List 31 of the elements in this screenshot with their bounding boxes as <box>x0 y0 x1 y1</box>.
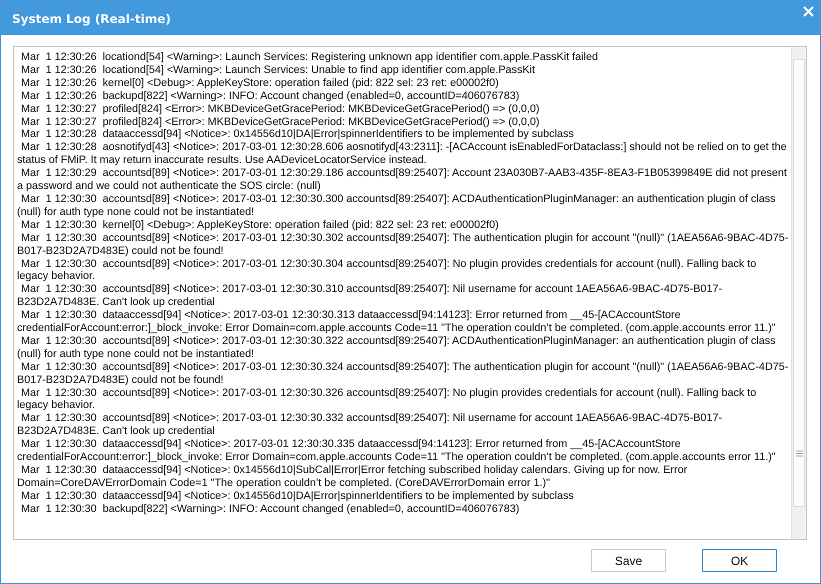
log-entry: Mar 1 12:30:26 backupd[822] <Warning>: INFO: Account changed (enabled=0, accountID=406076783) <box>20 90 520 103</box>
log-entry: Mar 1 12:30:30 accountsd[89] <Notice>: 2017-03-01 12:30:30.302 accountsd[89:25407]: The authentication plugin for account "(null)" (1AEA56A6-9BAC-4D75-B017-B23D2A7D483E) could not be found! <box>17 232 789 258</box>
log-entry: Mar 1 12:30:30 kernel[0] <Debug>: AppleKeyStore: operation failed (pid: 822 sel: 23 ret: e00002f0) <box>20 218 500 232</box>
log-entry: Mar 1 12:30:30 dataaccessd[94] <Notice>: 2017-03-01 12:30:30.313 dataaccessd[94:14123]: Error returned from __45-[ACAccountStore credentialForAccount:error:]_block_invoke: Error Domain=com.apple.accounts Code=11 "The operation couldn’t be completed. (com.apple.accounts error 11.)" <box>17 309 777 335</box>
log-entry: Mar 1 12:30:26 locationd[54] <Warning>: Launch Services: Unable to find app identifier com.apple.PassKit <box>20 64 536 77</box>
log-entry: Mar 1 12:30:26 kernel[0] <Debug>: AppleKeyStore: operation failed (pid: 822 sel: 23 ret: e00002f0) <box>20 76 500 90</box>
log-entry: Mar 1 12:30:30 backupd[822] <Warning>: INFO: Account changed (enabled=0, accountID=406076783) <box>20 502 520 516</box>
log-entry: Mar 1 12:30:30 accountsd[89] <Notice>: 2017-03-01 12:30:30.324 accountsd[89:25407]: The authentication plugin for account "(null)" (1AEA56A6-9BAC-4D75-B017-B23D2A7D483E) could not be found! <box>17 360 789 387</box>
scrollbar-thumb[interactable] <box>793 59 805 507</box>
log-entry: Mar 1 12:30:30 accountsd[89] <Notice>: 2017-03-01 12:30:30.332 accountsd[89:25407]: Nil username for account 1AEA56A6-9BAC-4D75-B017-B23D2A7D483E. Can't look up credential <box>17 412 724 438</box>
log-entry: Mar 1 12:30:27 profiled[824] <Error>: MKBDeviceGetGracePeriod: MKBDeviceGetGracePeriod() => (0,0,0) <box>20 102 540 116</box>
window-title: System Log (Real-time) <box>12 12 171 26</box>
close-icon <box>803 6 814 17</box>
scrollbar[interactable] <box>791 47 806 539</box>
log-entry: Mar 1 12:30:30 accountsd[89] <Notice>: 2017-03-01 12:30:30.326 accountsd[89:25407]: No plugin provides credentials for account (null). Falling back to legacy behavior. <box>17 386 758 412</box>
grip-icon <box>796 450 802 456</box>
close-button[interactable] <box>801 4 816 19</box>
log-entry: Mar 1 12:30:30 accountsd[89] <Notice>: 2017-03-01 12:30:30.300 accountsd[89:25407]: ACDAuthenticationPluginManager: an authentication plugin of class (null) for auth type none could not be instantiated! <box>17 192 777 219</box>
save-button[interactable]: Save <box>591 549 666 572</box>
log-entry: Mar 1 12:30:29 accountsd[89] <Notice>: 2017-03-01 12:30:29.186 accountsd[89:25407]: Account 23A030B7-AAB3-435F-8EA3-F1B05399849E did not present a password and we could not authenticate the SOS circle: (null) <box>17 167 788 193</box>
log-entry: Mar 1 12:30:30 dataaccessd[94] <Notice>: 2017-03-01 12:30:30.335 dataaccessd[94:14123]: Error returned from __45-[ACAccountStore credentialForAccount:error:]_block_invoke: Error Domain=com.apple.accounts Code=11 "The operation couldn’t be completed. (com.apple.accounts error 11.)" <box>17 438 777 464</box>
log-entry: Mar 1 12:30:30 dataaccessd[94] <Notice>: 0x14556d10|SubCal|Error|Error fetching subscribed holiday calendars. Giving up for now. Error Domain=CoreDAVErrorDomain Code=1 "The operation couldn’t be completed. (CoreDAVErrorDomain error 1.)" <box>17 464 688 490</box>
log-entry: Mar 1 12:30:30 accountsd[89] <Notice>: 2017-03-01 12:30:30.322 accountsd[89:25407]: ACDAuthenticationPluginManager: an authentication plugin of class (null) for auth type none could not be instantiated! <box>17 334 777 361</box>
log-entry: Mar 1 12:30:30 accountsd[89] <Notice>: 2017-03-01 12:30:30.310 accountsd[89:25407]: Nil username for account 1AEA56A6-9BAC-4D75-B017-B23D2A7D483E. Can't look up credential <box>17 283 724 310</box>
ok-button[interactable]: OK <box>702 549 777 572</box>
log-entry: Mar 1 12:30:30 accountsd[89] <Notice>: 2017-03-01 12:30:30.304 accountsd[89:25407]: No plugin provides credentials for account (null). Falling back to legacy behavior. <box>17 258 758 284</box>
log-entry: Mar 1 12:30:28 aosnotifyd[43] <Notice>: 2017-03-01 12:30:28.606 aosnotifyd[43:2311]: -[ACAccount isEnabledForDataclass:] should not be relied on to get the status of FMiP. It may return inaccurate results. Use AADeviceLocatorService instead. <box>17 141 788 168</box>
log-entry: Mar 1 12:30:28 dataaccessd[94] <Notice>: 0x14556d10|DA|Error|spinnerIdentifiers to be implemented by subclass <box>20 128 575 142</box>
log-entry: Mar 1 12:30:30 dataaccessd[94] <Notice>: 0x14556d10|DA|Error|spinnerIdentifiers to be implemented by subclass <box>20 490 575 503</box>
log-entry: Mar 1 12:30:26 locationd[54] <Warning>: Launch Services: Registering unknown app identifier com.apple.PassKit failed <box>20 51 599 64</box>
log-entry: Mar 1 12:30:27 profiled[824] <Error>: MKBDeviceGetGracePeriod: MKBDeviceGetGracePeriod() => (0,0,0) <box>20 116 540 128</box>
